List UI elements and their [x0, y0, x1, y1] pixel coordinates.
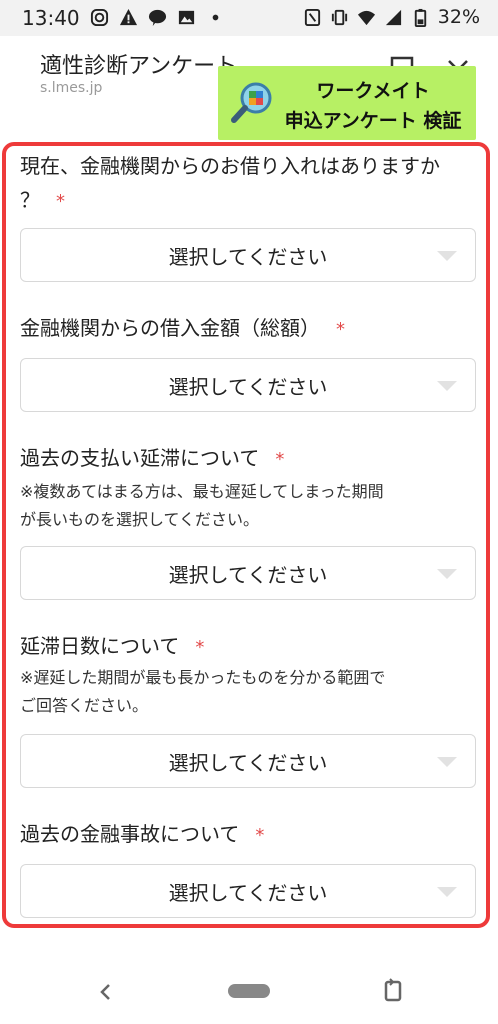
question-4-note-2: ご回答ください。 — [20, 696, 149, 715]
status-time: 13:40 — [22, 6, 80, 30]
question-4-text: 延滞日数について — [20, 634, 180, 658]
question-3-note-1: ※複数あてはまる方は、最も遅延してしまった期間 — [20, 482, 384, 501]
chevron-down-icon — [437, 757, 457, 767]
question-4-note-1: ※遅延した期間が最も長かったものを分かる範囲で — [20, 668, 386, 687]
page-domain: s.lmes.jp — [40, 80, 103, 96]
chevron-down-icon — [437, 569, 457, 579]
required-mark: * — [275, 449, 285, 470]
select-placeholder: 選択してください — [168, 881, 328, 905]
question-5-text: 過去の金融事故について — [20, 822, 240, 846]
select-placeholder: 選択してください — [168, 563, 328, 587]
home-pill[interactable] — [228, 984, 270, 998]
question-1-line1: 現在、金融機関からのお借り入れはありますか — [20, 154, 440, 178]
question-1-label: 現在、金融機関からのお借り入れはありますか — [20, 150, 440, 182]
back-icon[interactable] — [96, 982, 116, 1002]
chevron-down-icon — [437, 887, 457, 897]
image-icon — [178, 10, 195, 25]
question-1-line2: ？ — [20, 188, 40, 212]
banner-subtitle: 申込アンケート 検証 — [284, 110, 462, 132]
required-mark: * — [336, 319, 345, 340]
status-bar: 13:40 32% — [0, 0, 498, 36]
question-4-select[interactable]: 選択してください — [20, 734, 476, 788]
question-3-select[interactable]: 選択してください — [20, 546, 476, 600]
question-1-label-line2: ？ * — [20, 184, 65, 218]
question-4-label: 延滞日数について * — [20, 630, 204, 664]
wifi-icon — [357, 10, 375, 25]
required-mark: * — [195, 637, 205, 658]
battery-icon — [414, 8, 426, 27]
question-2-label: 金融機関からの借入金額（総額） * — [20, 312, 345, 346]
question-5-label: 過去の金融事故について * — [20, 818, 264, 852]
vibrate-icon — [331, 9, 347, 25]
select-placeholder: 選択してください — [168, 375, 328, 399]
signal-icon — [385, 9, 401, 25]
page-title: 適性診断アンケート — [40, 54, 238, 79]
workmate-banner: ワークメイト 申込アンケート 検証 — [218, 66, 476, 140]
instagram-icon — [90, 8, 109, 27]
question-3-note-2: が長いものを選択してください。 — [20, 510, 260, 529]
select-placeholder: 選択してください — [168, 751, 328, 775]
magnifier-puzzle-icon — [231, 82, 272, 123]
question-2-text: 金融機関からの借入金額（総額） — [20, 316, 320, 340]
required-mark: * — [255, 825, 265, 846]
dot-icon — [212, 14, 219, 21]
warning-icon — [119, 8, 138, 26]
question-2-select[interactable]: 選択してください — [20, 358, 476, 412]
chevron-down-icon — [437, 251, 457, 261]
rotate-icon[interactable] — [382, 978, 404, 1004]
navigation-bar — [0, 960, 498, 1024]
notification-icons — [90, 8, 225, 27]
system-icons: 32% — [303, 6, 480, 28]
chevron-down-icon — [437, 381, 457, 391]
question-3-label: 過去の支払い延滞について * — [20, 442, 284, 476]
line-app-icon — [148, 9, 167, 27]
battery-percent: 32% — [437, 6, 480, 28]
required-mark: * — [56, 191, 65, 212]
question-1-select[interactable]: 選択してください — [20, 228, 476, 282]
question-5-select[interactable]: 選択してください — [20, 864, 476, 918]
select-placeholder: 選択してください — [168, 245, 328, 269]
banner-title: ワークメイト — [316, 80, 430, 102]
question-3-text: 過去の支払い延滞について — [20, 446, 260, 470]
nfc-icon — [304, 8, 320, 26]
